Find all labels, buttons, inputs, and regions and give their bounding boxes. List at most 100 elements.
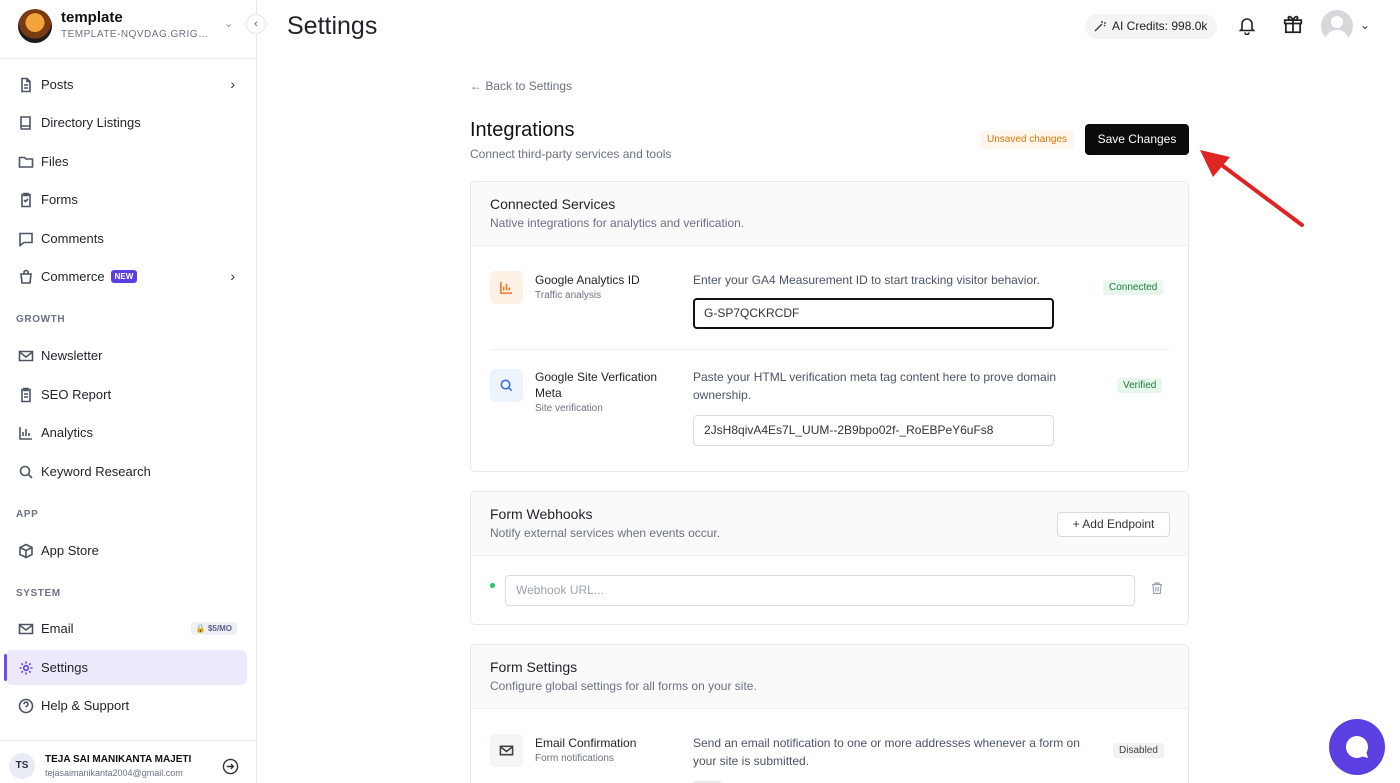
gsv-meta-input[interactable]: 2JsH8qivA4Es7L_UUM--2B9bpo02f-_RoEBPeY6u…: [693, 415, 1054, 446]
page-title: Settings: [287, 12, 378, 40]
chat-bubble-icon: [1345, 735, 1368, 758]
sidebar-item-forms[interactable]: Forms: [6, 182, 247, 217]
sidebar-item-commerce[interactable]: Commerce NEW ›: [6, 259, 247, 294]
bell-icon[interactable]: [1237, 15, 1257, 36]
sidebar-item-label: Files: [41, 154, 69, 169]
sidebar-item-email[interactable]: Email 🔒 $5/MO: [6, 611, 247, 646]
connected-services-card: Connected Services Native integrations f…: [470, 181, 1189, 472]
sidebar-item-label: App Store: [41, 543, 99, 558]
sidebar-item-label: Keyword Research: [41, 464, 151, 479]
card-header: Form Settings Configure global settings …: [471, 645, 1188, 709]
logout-icon[interactable]: [222, 758, 239, 775]
email-confirmation-description: Send an email notification to one or mor…: [693, 736, 1080, 768]
email-confirmation-subtitle: Form notifications: [535, 753, 614, 764]
user-name: TEJA SAI MANIKANTA MAJETI: [45, 754, 192, 765]
sidebar-item-analytics[interactable]: Analytics: [6, 415, 247, 450]
chevron-right-icon: ›: [230, 268, 235, 284]
gsv-subtitle: Site verification: [535, 403, 603, 414]
sidebar-item-label: SEO Report: [41, 387, 112, 402]
mail-icon: [18, 621, 34, 637]
workspace-switcher[interactable]: template TEMPLATE-NQVDAG.GRIGOR... ⌄: [18, 9, 253, 43]
sidebar-item-label: Help & Support: [41, 698, 130, 713]
clipboard-icon: [18, 387, 34, 403]
ai-credits-badge[interactable]: AI Credits: 998.0k: [1085, 14, 1218, 39]
cube-icon: [18, 543, 34, 559]
mail-icon: [18, 348, 34, 364]
user-profile[interactable]: TS TEJA SAI MANIKANTA MAJETI tejasaimani…: [0, 740, 257, 783]
new-badge: NEW: [110, 270, 138, 283]
ga-title: Google Analytics ID: [535, 273, 640, 287]
disabled-status-badge: Disabled: [1113, 743, 1164, 758]
sidebar-item-label: Posts: [41, 77, 74, 92]
ga-subtitle: Traffic analysis: [535, 290, 602, 301]
card-title: Connected Services: [490, 196, 616, 212]
unsaved-changes-badge: Unsaved changes: [980, 130, 1075, 149]
book-icon: [18, 115, 34, 131]
sidebar-item-settings[interactable]: Settings: [4, 650, 247, 685]
gift-icon[interactable]: [1282, 13, 1304, 35]
card-header: Form Webhooks Notify external services w…: [471, 492, 1188, 556]
collapse-sidebar-button[interactable]: ‹: [246, 14, 266, 34]
user-email: tejasaimanikanta2004@gmail.com: [45, 768, 183, 778]
trash-icon[interactable]: [1150, 581, 1164, 595]
price-badge: 🔒 $5/MO: [190, 622, 237, 635]
gear-icon: [18, 660, 34, 676]
save-changes-button[interactable]: Save Changes: [1085, 124, 1189, 155]
price-badge-text: $5/MO: [207, 624, 232, 633]
workspace-logo: [18, 9, 52, 43]
ga-description: Enter your GA4 Measurement ID to start t…: [693, 273, 1040, 287]
sidebar-item-label: Settings: [41, 660, 88, 675]
card-header: Connected Services Native integrations f…: [471, 182, 1188, 246]
workspace-name: template: [61, 9, 123, 26]
back-to-settings-link[interactable]: ← Back to Settings: [470, 79, 572, 93]
sidebar-item-newsletter[interactable]: Newsletter: [6, 338, 247, 373]
form-settings-card: Form Settings Configure global settings …: [470, 644, 1189, 783]
card-subtitle: Native integrations for analytics and ve…: [490, 216, 745, 230]
sidebar-item-label: Comments: [41, 231, 104, 246]
sidebar-item-app-store[interactable]: App Store: [6, 533, 247, 568]
card-subtitle: Configure global settings for all forms …: [490, 679, 757, 693]
workspace-slug: TEMPLATE-NQVDAG.GRIGOR...: [61, 29, 211, 40]
gsv-title: Google Site Verfication Meta: [535, 370, 658, 400]
form-webhooks-card: Form Webhooks Notify external services w…: [470, 491, 1189, 625]
webhook-url-input[interactable]: Webhook URL...: [505, 575, 1135, 606]
red-arrow-annotation: [1200, 150, 1304, 227]
section-label-app: APP: [16, 509, 39, 520]
sidebar-item-comments[interactable]: Comments: [6, 221, 247, 256]
status-dot: [490, 583, 495, 588]
gsv-description: Paste your HTML verification meta tag co…: [693, 370, 1057, 402]
add-endpoint-button[interactable]: + Add Endpoint: [1057, 512, 1170, 537]
sidebar-item-keyword-research[interactable]: Keyword Research: [6, 454, 247, 489]
chevron-down-icon[interactable]: ⌄: [1360, 18, 1370, 32]
sidebar: template TEMPLATE-NQVDAG.GRIGOR... ⌄ ‹ P…: [0, 0, 266, 783]
avatar[interactable]: [1321, 10, 1353, 42]
bar-chart-icon: [18, 425, 34, 441]
section-label-system: SYSTEM: [16, 588, 61, 599]
section-subtitle: Connect third-party services and tools: [470, 147, 672, 161]
sidebar-item-posts[interactable]: Posts ›: [6, 67, 247, 102]
sidebar-item-files[interactable]: Files: [6, 144, 247, 179]
bag-icon: [18, 269, 34, 285]
sidebar-item-label: Analytics: [41, 425, 94, 440]
card-subtitle: Notify external services when events occ…: [490, 526, 721, 540]
ga-id-input[interactable]: G-SP7QCKRCDF: [693, 298, 1054, 329]
search-icon: [490, 369, 523, 402]
sidebar-item-label: Email: [41, 621, 74, 636]
magic-wand-icon: [1094, 21, 1106, 32]
section-title: Integrations: [470, 119, 575, 141]
card-title: Form Webhooks: [490, 506, 593, 522]
sidebar-item-label: Directory Listings: [41, 115, 141, 130]
sidebar-item-help-support[interactable]: Help & Support: [6, 688, 247, 723]
chat-widget-button[interactable]: [1329, 719, 1385, 775]
ai-credits-text: AI Credits: 998.0k: [1112, 19, 1208, 33]
sidebar-item-directory-listings[interactable]: Directory Listings: [6, 105, 247, 140]
email-confirmation-title: Email Confirmation: [535, 736, 637, 750]
folder-icon: [18, 154, 34, 170]
sidebar-item-seo-report[interactable]: SEO Report: [6, 377, 247, 412]
help-icon: [18, 698, 34, 714]
avatar: TS: [9, 753, 35, 779]
chevron-down-icon: ⌄: [224, 18, 234, 30]
chevron-right-icon: ›: [230, 76, 235, 92]
section-label-growth: GROWTH: [16, 314, 66, 325]
bar-chart-icon: [490, 271, 523, 304]
